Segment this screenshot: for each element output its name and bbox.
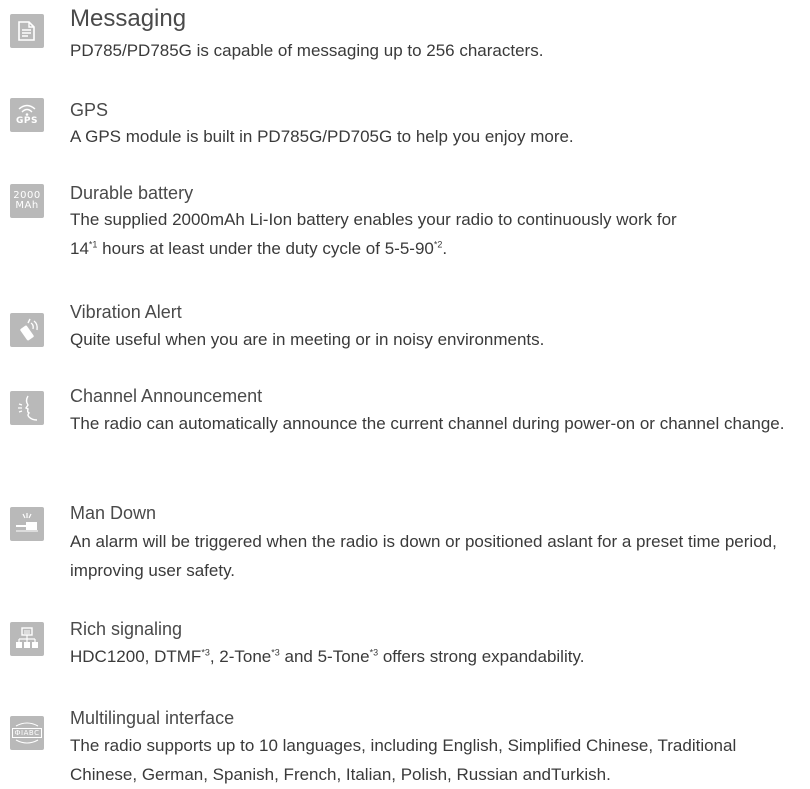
- feature-description: Quite useful when you are in meeting or …: [70, 330, 545, 349]
- gps-icon: GPS: [10, 98, 44, 132]
- language-icon: ФIABC: [10, 716, 44, 750]
- feature-description: PD785/PD785G is capable of messaging up …: [70, 41, 544, 60]
- feature-description: A GPS module is built in PD785G/PD705G t…: [70, 127, 574, 146]
- feature-title: Durable battery: [70, 183, 194, 203]
- feature-title: Vibration Alert: [70, 302, 182, 322]
- feature-description: The supplied 2000mAh Li-Ion battery enab…: [70, 205, 805, 263]
- text-fragment: 14: [70, 239, 89, 258]
- feature-title: Multilingual interface: [70, 708, 235, 728]
- feature-title: GPS: [70, 100, 109, 120]
- description-line: The supplied 2000mAh Li-Ion battery enab…: [70, 210, 677, 229]
- feature-description: An alarm will be triggered when the radi…: [70, 532, 777, 580]
- footnote-mark: *3: [201, 647, 210, 658]
- feature-title: Messaging: [70, 5, 187, 32]
- feature-description: HDC1200, DTMF*3, 2-Tone*3 and 5-Tone*3 o…: [70, 642, 805, 671]
- text-fragment: offers strong expandability.: [378, 647, 585, 666]
- voice-announcement-icon: [10, 391, 44, 425]
- language-icon-label: ФIABC: [11, 728, 43, 738]
- description-line: 14*1 hours at least under the duty cycle…: [70, 234, 805, 263]
- text-fragment: , 2-Tone: [209, 647, 272, 666]
- text-fragment: .: [442, 239, 448, 258]
- feature-description: The radio can automatically announce the…: [70, 414, 785, 433]
- battery-icon: 2000 MAh: [10, 184, 44, 218]
- footnote-mark: *3: [271, 647, 280, 658]
- text-fragment: and 5-Tone: [279, 647, 370, 666]
- vibration-icon: [10, 313, 44, 347]
- feature-title: Man Down: [70, 503, 157, 523]
- text-fragment: HDC1200, DTMF: [70, 647, 202, 666]
- battery-icon-unit: MAh: [15, 200, 39, 211]
- feature-title: Channel Announcement: [70, 386, 263, 406]
- footnote-mark: *3: [369, 647, 379, 658]
- text-fragment: hours at least under the duty cycle of 5…: [97, 239, 434, 258]
- man-down-icon: [10, 507, 44, 541]
- gps-icon-label: GPS: [16, 116, 38, 126]
- feature-description: The radio supports up to 10 languages, i…: [70, 736, 737, 784]
- messaging-icon: [10, 14, 44, 48]
- signaling-icon: [10, 622, 44, 656]
- feature-title: Rich signaling: [70, 619, 183, 639]
